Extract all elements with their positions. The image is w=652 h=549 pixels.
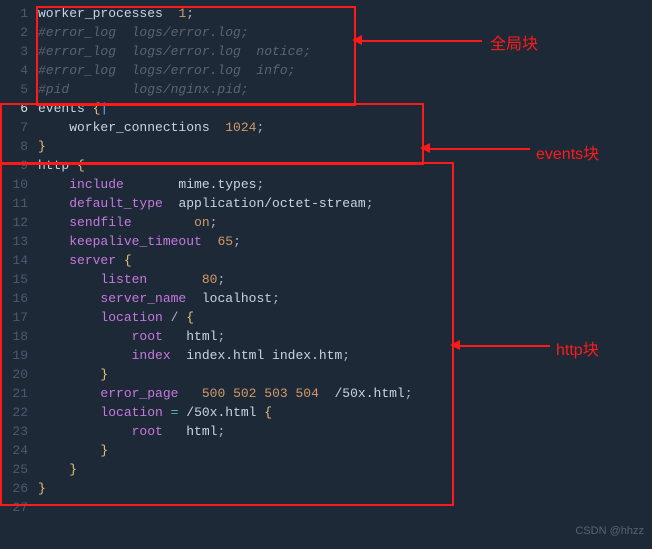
line-content: root html; — [38, 424, 225, 439]
line-content: } — [38, 443, 108, 458]
code-line[interactable]: 1worker_processes 1; — [0, 4, 652, 23]
line-number: 13 — [0, 234, 38, 249]
code-line[interactable]: 26} — [0, 479, 652, 498]
line-content: worker_processes 1; — [38, 6, 194, 21]
code-line[interactable]: 10 include mime.types; — [0, 175, 652, 194]
line-number: 5 — [0, 82, 38, 97]
line-content: } — [38, 462, 77, 477]
line-number: 8 — [0, 139, 38, 154]
code-line[interactable]: 27 — [0, 498, 652, 517]
line-content: keepalive_timeout 65; — [38, 234, 241, 249]
code-line[interactable]: 24 } — [0, 441, 652, 460]
code-line[interactable]: 7 worker_connections 1024; — [0, 118, 652, 137]
line-content: #pid logs/nginx.pid; — [38, 82, 249, 97]
line-number: 19 — [0, 348, 38, 363]
code-line[interactable]: 23 root html; — [0, 422, 652, 441]
line-content: #error_log logs/error.log notice; — [38, 44, 311, 59]
code-line[interactable]: 25 } — [0, 460, 652, 479]
line-number: 9 — [0, 158, 38, 173]
line-number: 6 — [0, 101, 38, 116]
line-content: sendfile on; — [38, 215, 217, 230]
line-number: 15 — [0, 272, 38, 287]
line-content: #error_log logs/error.log; — [38, 25, 249, 40]
line-number: 1 — [0, 6, 38, 21]
line-content: worker_connections 1024; — [38, 120, 264, 135]
line-number: 10 — [0, 177, 38, 192]
line-content: server { — [38, 253, 132, 268]
line-number: 22 — [0, 405, 38, 420]
line-number: 25 — [0, 462, 38, 477]
line-content: default_type application/octet-stream; — [38, 196, 374, 211]
code-line[interactable]: 13 keepalive_timeout 65; — [0, 232, 652, 251]
line-number: 24 — [0, 443, 38, 458]
code-line[interactable]: 20 } — [0, 365, 652, 384]
code-line[interactable]: 4#error_log logs/error.log info; — [0, 61, 652, 80]
line-content: root html; — [38, 329, 225, 344]
line-content: server_name localhost; — [38, 291, 280, 306]
line-number: 16 — [0, 291, 38, 306]
code-line[interactable]: 12 sendfile on; — [0, 213, 652, 232]
line-number: 23 — [0, 424, 38, 439]
line-number: 27 — [0, 500, 38, 515]
code-line[interactable]: 18 root html; — [0, 327, 652, 346]
code-line[interactable]: 2#error_log logs/error.log; — [0, 23, 652, 42]
code-line[interactable]: 16 server_name localhost; — [0, 289, 652, 308]
line-number: 14 — [0, 253, 38, 268]
line-content: } — [38, 367, 108, 382]
line-content: location / { — [38, 310, 194, 325]
line-number: 17 — [0, 310, 38, 325]
code-line[interactable]: 9http { — [0, 156, 652, 175]
line-number: 26 — [0, 481, 38, 496]
code-line[interactable]: 14 server { — [0, 251, 652, 270]
code-line[interactable]: 8} — [0, 137, 652, 156]
line-content: } — [38, 139, 46, 154]
code-line[interactable]: 17 location / { — [0, 308, 652, 327]
line-number: 4 — [0, 63, 38, 78]
line-number: 18 — [0, 329, 38, 344]
watermark: CSDN @hhzz — [575, 525, 644, 537]
line-number: 20 — [0, 367, 38, 382]
line-content: listen 80; — [38, 272, 225, 287]
line-number: 21 — [0, 386, 38, 401]
line-content: #error_log logs/error.log info; — [38, 63, 295, 78]
line-number: 2 — [0, 25, 38, 40]
line-content: error_page 500 502 503 504 /50x.html; — [38, 386, 413, 401]
line-content: } — [38, 481, 46, 496]
code-line[interactable]: 11 default_type application/octet-stream… — [0, 194, 652, 213]
code-line[interactable]: 15 listen 80; — [0, 270, 652, 289]
code-editor[interactable]: 1worker_processes 1;2#error_log logs/err… — [0, 0, 652, 549]
line-content: events {| — [38, 101, 108, 116]
line-number: 3 — [0, 44, 38, 59]
code-line[interactable]: 22 location = /50x.html { — [0, 403, 652, 422]
code-line[interactable]: 21 error_page 500 502 503 504 /50x.html; — [0, 384, 652, 403]
code-line[interactable]: 5#pid logs/nginx.pid; — [0, 80, 652, 99]
code-line[interactable]: 3#error_log logs/error.log notice; — [0, 42, 652, 61]
line-number: 11 — [0, 196, 38, 211]
line-content: http { — [38, 158, 85, 173]
code-line[interactable]: 19 index index.html index.htm; — [0, 346, 652, 365]
code-line[interactable]: 6events {| — [0, 99, 652, 118]
line-content: location = /50x.html { — [38, 405, 272, 420]
line-number: 12 — [0, 215, 38, 230]
line-content: index index.html index.htm; — [38, 348, 350, 363]
line-number: 7 — [0, 120, 38, 135]
line-content: include mime.types; — [38, 177, 264, 192]
